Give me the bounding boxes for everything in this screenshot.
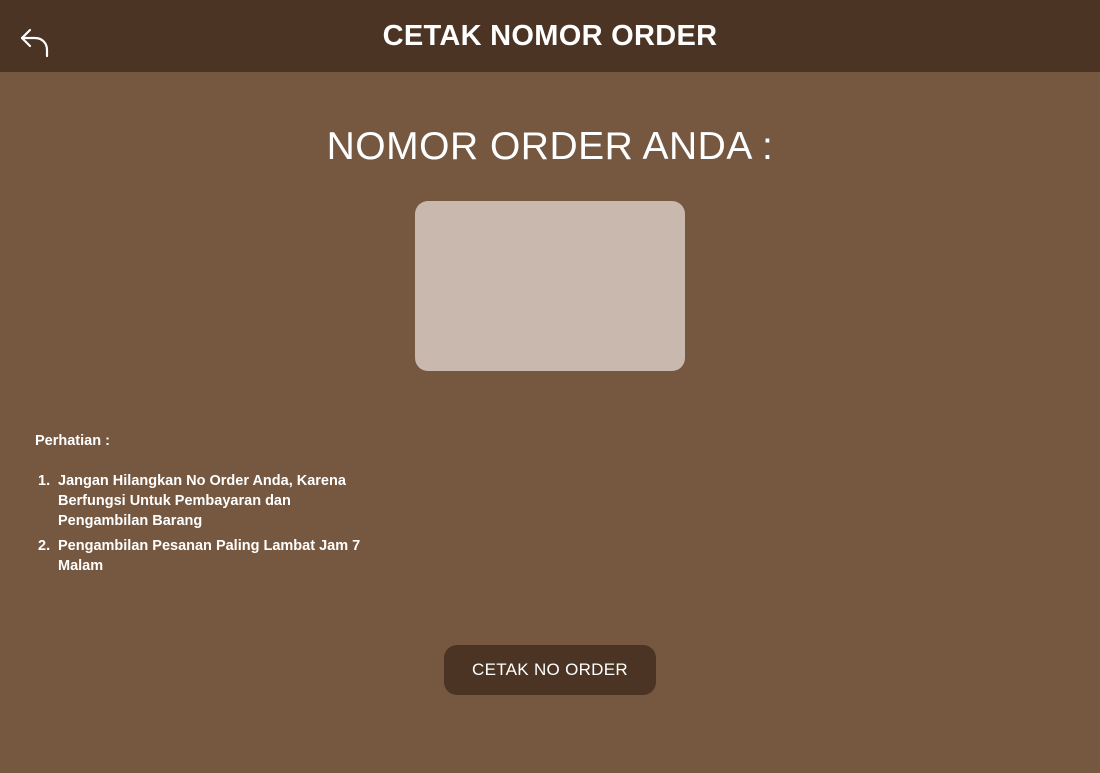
notice-section: Perhatian : 1. Jangan Hilangkan No Order…	[35, 431, 375, 581]
notice-item-text: Pengambilan Pesanan Paling Lambat Jam 7 …	[58, 538, 361, 574]
order-number-display	[415, 201, 685, 371]
notice-item-number: 2.	[38, 538, 51, 554]
notice-item-text: Jangan Hilangkan No Order Anda, Karena B…	[58, 473, 346, 529]
notice-list: 1. Jangan Hilangkan No Order Anda, Karen…	[35, 471, 375, 576]
notice-item: 2. Pengambilan Pesanan Paling Lambat Jam…	[38, 536, 375, 576]
top-bar: CETAK NOMOR ORDER	[0, 0, 1100, 72]
print-order-button[interactable]: CETAK NO ORDER	[444, 645, 656, 695]
notice-item-number: 1.	[38, 473, 51, 489]
notice-item: 1. Jangan Hilangkan No Order Anda, Karen…	[38, 471, 375, 531]
page-title: CETAK NOMOR ORDER	[382, 20, 718, 52]
order-number-heading: NOMOR ORDER ANDA :	[326, 125, 774, 168]
notice-title: Perhatian :	[35, 433, 110, 449]
